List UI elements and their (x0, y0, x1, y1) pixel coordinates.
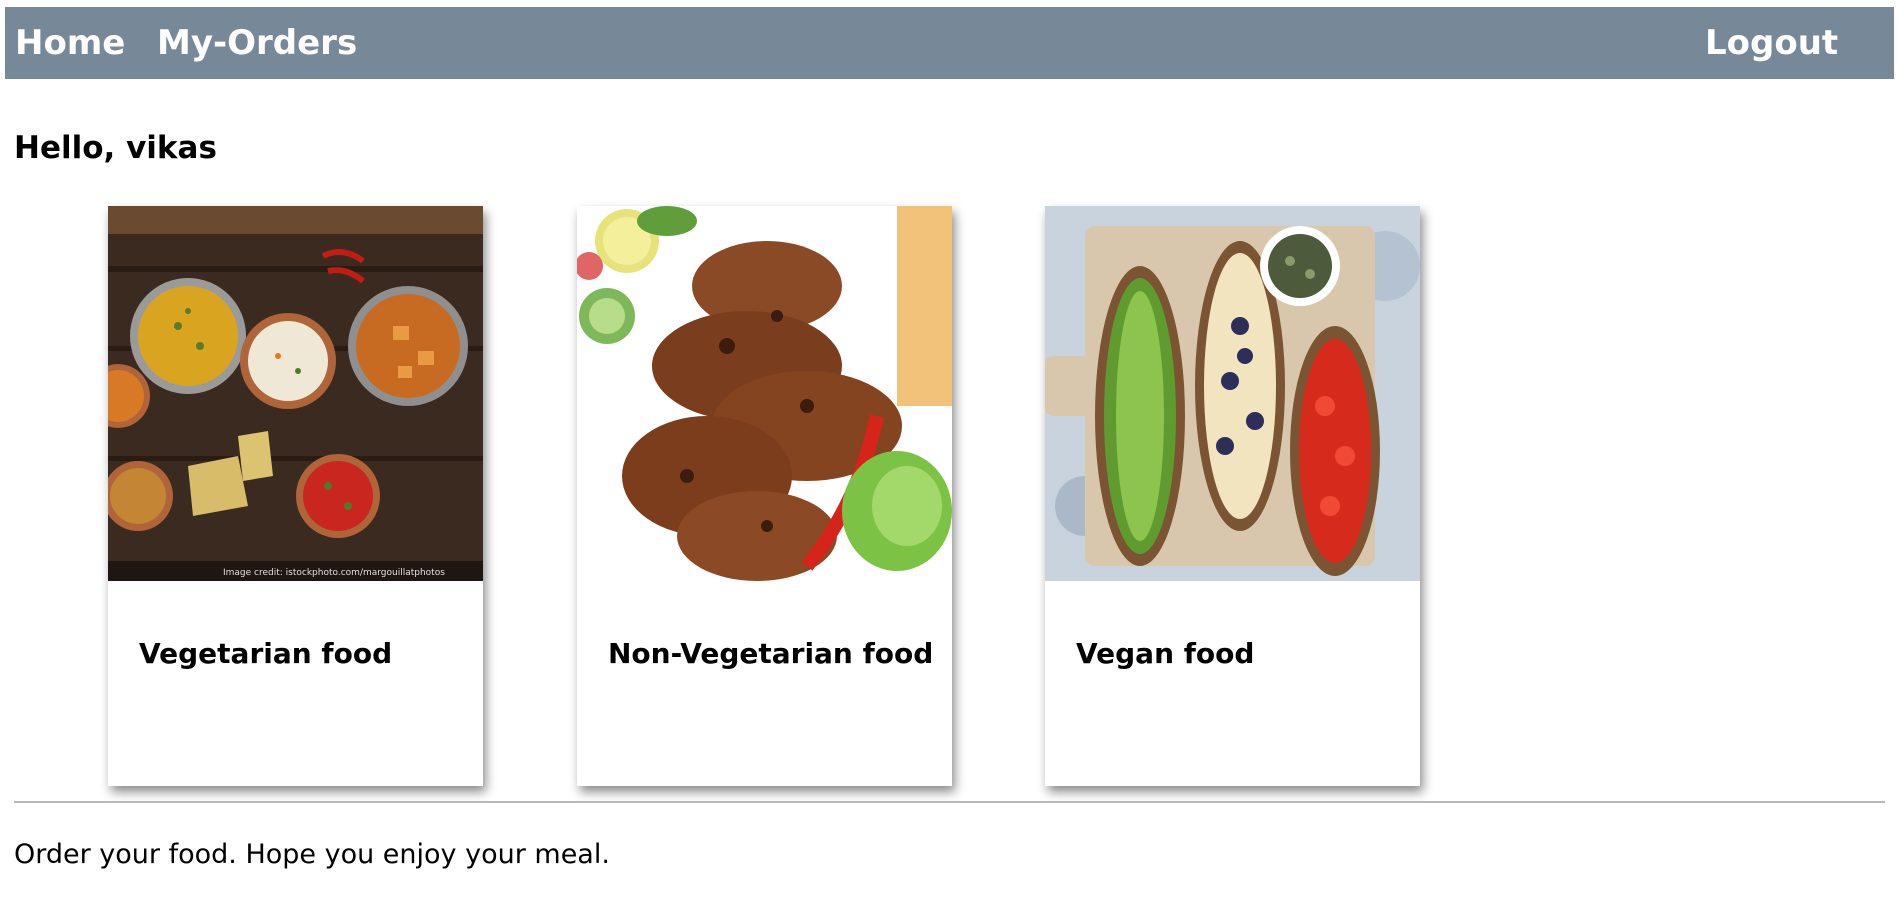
footer-divider (14, 801, 1885, 803)
nav-logout-link[interactable]: Logout (1705, 7, 1838, 79)
image-credit-text: Image credit: istockphoto.com/margouilla… (223, 568, 445, 578)
footer-message: Order your food. Hope you enjoy your mea… (14, 839, 610, 870)
category-card-vegetarian[interactable]: Image credit: istockphoto.com/margouilla… (108, 206, 483, 786)
nav-my-orders-link[interactable]: My-Orders (157, 7, 357, 79)
grilled-kebab-image (577, 206, 952, 581)
card-title: Vegan food (1076, 637, 1255, 670)
greeting-heading: Hello, vikas (14, 130, 217, 166)
vegan-toasts-image (1045, 206, 1420, 581)
top-navbar: Home My-Orders Logout (5, 7, 1894, 79)
page: Home My-Orders Logout Hello, vikas Image… (0, 0, 1897, 921)
card-title: Vegetarian food (139, 637, 393, 670)
card-title: Non-Vegetarian food (608, 637, 934, 670)
category-card-vegan[interactable]: Vegan food (1045, 206, 1420, 786)
nav-home-link[interactable]: Home (15, 7, 125, 79)
category-card-non-vegetarian[interactable]: Non-Vegetarian food (577, 206, 952, 786)
vegetarian-thali-image: Image credit: istockphoto.com/margouilla… (108, 206, 483, 581)
